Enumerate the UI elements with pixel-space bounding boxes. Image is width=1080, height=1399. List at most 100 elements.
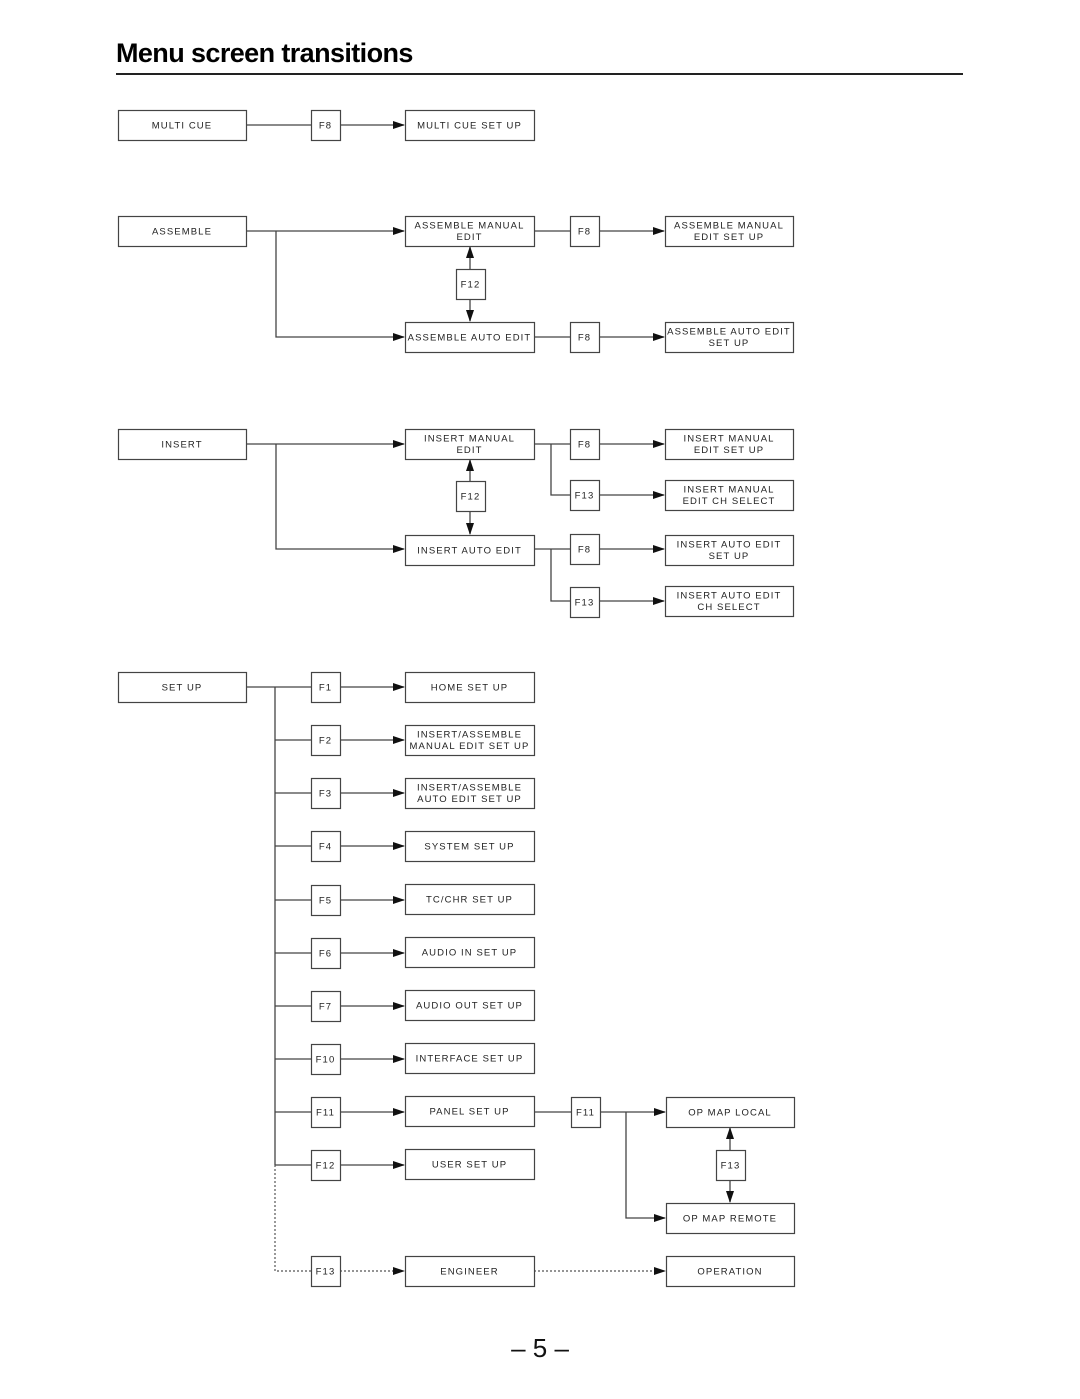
menu-screen-asm-manual-setup: ASSEMBLE MANUALEDIT SET UP <box>664 215 795 248</box>
function-key-su-f3: F3 <box>310 777 342 810</box>
node-label: MULTI CUE SET UP <box>417 121 522 132</box>
menu-screen-su-tcchr: TC/CHR SET UP <box>404 883 536 916</box>
node-label: EDIT <box>456 445 482 456</box>
node-label: F5 <box>319 896 332 907</box>
node-label: F13 <box>575 491 595 502</box>
node-label: TC/CHR SET UP <box>426 895 513 906</box>
node-label: F7 <box>319 1002 332 1013</box>
menu-screen-ins-auto-setup: INSERT AUTO EDITSET UP <box>664 534 795 567</box>
menu-screen-asm-auto-setup: ASSEMBLE AUTO EDITSET UP <box>664 321 795 354</box>
menu-screen-su-audio-out: AUDIO OUT SET UP <box>404 989 536 1022</box>
menu-screen-su-interface: INTERFACE SET UP <box>404 1042 536 1075</box>
node-label: ASSEMBLE <box>152 227 212 238</box>
menu-screen-ins-manual-ch: INSERT MANUALEDIT CH SELECT <box>664 479 795 512</box>
node-label: OPERATION <box>697 1267 762 1278</box>
node-label: F12 <box>316 1161 336 1172</box>
node-label: OP MAP REMOTE <box>683 1214 777 1225</box>
transition-arrow <box>275 231 405 341</box>
menu-screen-ins-auto: INSERT AUTO EDIT <box>404 534 536 567</box>
node-label: F10 <box>316 1055 336 1066</box>
node-label: F11 <box>316 1108 335 1119</box>
function-key-su-f10: F10 <box>310 1043 342 1076</box>
menu-screen-op-local: OP MAP LOCAL <box>665 1096 796 1129</box>
function-key-su-f6: F6 <box>310 937 342 970</box>
node-label: INSERT MANUAL <box>424 434 515 445</box>
node-label: INTERFACE SET UP <box>416 1054 524 1065</box>
menu-screen-setup: SET UP <box>117 671 248 704</box>
node-label: F6 <box>319 949 332 960</box>
function-key-su-f5: F5 <box>310 884 342 917</box>
menu-screen-ins-auto-ch: INSERT AUTO EDITCH SELECT <box>664 585 795 618</box>
node-label: F11 <box>576 1108 595 1119</box>
node-label: ASSEMBLE MANUAL <box>415 221 525 232</box>
menu-screen-ins-manual-setup: INSERT MANUALEDIT SET UP <box>664 428 795 461</box>
menu-screen-su-auto: INSERT/ASSEMBLEAUTO EDIT SET UP <box>404 777 536 810</box>
menu-screen-asm-auto: ASSEMBLE AUTO EDIT <box>404 321 536 354</box>
menu-screen-su-manual: INSERT/ASSEMBLEMANUAL EDIT SET UP <box>404 724 536 757</box>
function-key-ins-f12: F12 <box>455 480 487 513</box>
node-label: INSERT MANUAL <box>683 434 774 445</box>
node-label: F8 <box>578 545 591 556</box>
transition-arrow <box>625 1112 666 1222</box>
menu-screen-operation: OPERATION <box>665 1255 796 1288</box>
function-key-su-f2: F2 <box>310 724 342 757</box>
function-key-panel-f11: F11 <box>570 1096 602 1129</box>
node-label: INSERT AUTO EDIT <box>417 546 522 557</box>
menu-screen-su-panel: PANEL SET UP <box>404 1095 536 1128</box>
node-label: F8 <box>578 227 591 238</box>
node-label: MANUAL EDIT SET UP <box>410 741 530 752</box>
node-label: F8 <box>578 333 591 344</box>
node-label: INSERT AUTO EDIT <box>677 591 782 602</box>
node-label: SET UP <box>162 683 203 694</box>
function-key-su-f7: F7 <box>310 990 342 1023</box>
menu-screen-assemble: ASSEMBLE <box>117 215 248 248</box>
function-key-ins-manual-f8: F8 <box>569 428 601 461</box>
node-label: MULTI CUE <box>152 121 212 132</box>
node-label: SET UP <box>709 551 750 562</box>
connector-line <box>274 1165 311 1272</box>
menu-screen-asm-manual: ASSEMBLE MANUALEDIT <box>404 215 536 248</box>
menu-screen-su-home: HOME SET UP <box>404 671 536 704</box>
menu-screen-su-system: SYSTEM SET UP <box>404 830 536 863</box>
node-label: ENGINEER <box>440 1267 498 1278</box>
menu-screen-ins-manual: INSERT MANUALEDIT <box>404 428 536 461</box>
node-label: AUTO EDIT SET UP <box>417 794 522 805</box>
node-label: INSERT/ASSEMBLE <box>417 783 522 794</box>
function-key-op-f13: F13 <box>715 1149 747 1182</box>
node-label: ASSEMBLE MANUAL <box>674 221 784 232</box>
node-label: F4 <box>319 842 332 853</box>
menu-screen-insert: INSERT <box>117 428 248 461</box>
menu-nodes: MULTI CUE F8 MULTI CUE SET UP ASSEMBLE ASSEM… <box>117 109 796 1288</box>
transition-arrow <box>275 444 405 553</box>
function-key-su-f4: F4 <box>310 830 342 863</box>
function-key-su-f12: F12 <box>310 1149 342 1182</box>
menu-screen-su-user: USER SET UP <box>404 1148 536 1181</box>
node-label: F8 <box>319 121 332 132</box>
menu-screen-su-engineer: ENGINEER <box>404 1255 536 1288</box>
node-label: USER SET UP <box>432 1160 507 1171</box>
function-key-ins-manual-f13: F13 <box>569 479 601 512</box>
node-label: F2 <box>319 736 332 747</box>
connector-line <box>550 444 570 496</box>
function-key-su-f11: F11 <box>310 1096 342 1129</box>
connector-line <box>550 549 570 602</box>
node-label: F13 <box>575 598 595 609</box>
node-label: F13 <box>316 1267 336 1278</box>
menu-screen-multi-cue-setup: MULTI CUE SET UP <box>404 109 536 142</box>
node-label: AUDIO IN SET UP <box>422 948 518 959</box>
node-label: PANEL SET UP <box>429 1107 509 1118</box>
node-label: INSERT MANUAL <box>683 485 774 496</box>
node-label: SET UP <box>709 338 750 349</box>
node-label: ASSEMBLE AUTO EDIT <box>667 327 791 338</box>
function-key-asm-manual-f8: F8 <box>569 215 601 248</box>
node-label: F13 <box>721 1161 741 1172</box>
node-label: CH SELECT <box>697 602 760 613</box>
node-label: F8 <box>578 440 591 451</box>
node-label: EDIT CH SELECT <box>683 496 776 507</box>
function-key-su-f1: F1 <box>310 671 342 704</box>
node-label: F12 <box>461 492 481 503</box>
menu-screen-op-remote: OP MAP REMOTE <box>665 1202 796 1235</box>
node-label: F3 <box>319 789 332 800</box>
menu-screen-su-audio-in: AUDIO IN SET UP <box>404 936 536 969</box>
node-label: F12 <box>461 280 481 291</box>
